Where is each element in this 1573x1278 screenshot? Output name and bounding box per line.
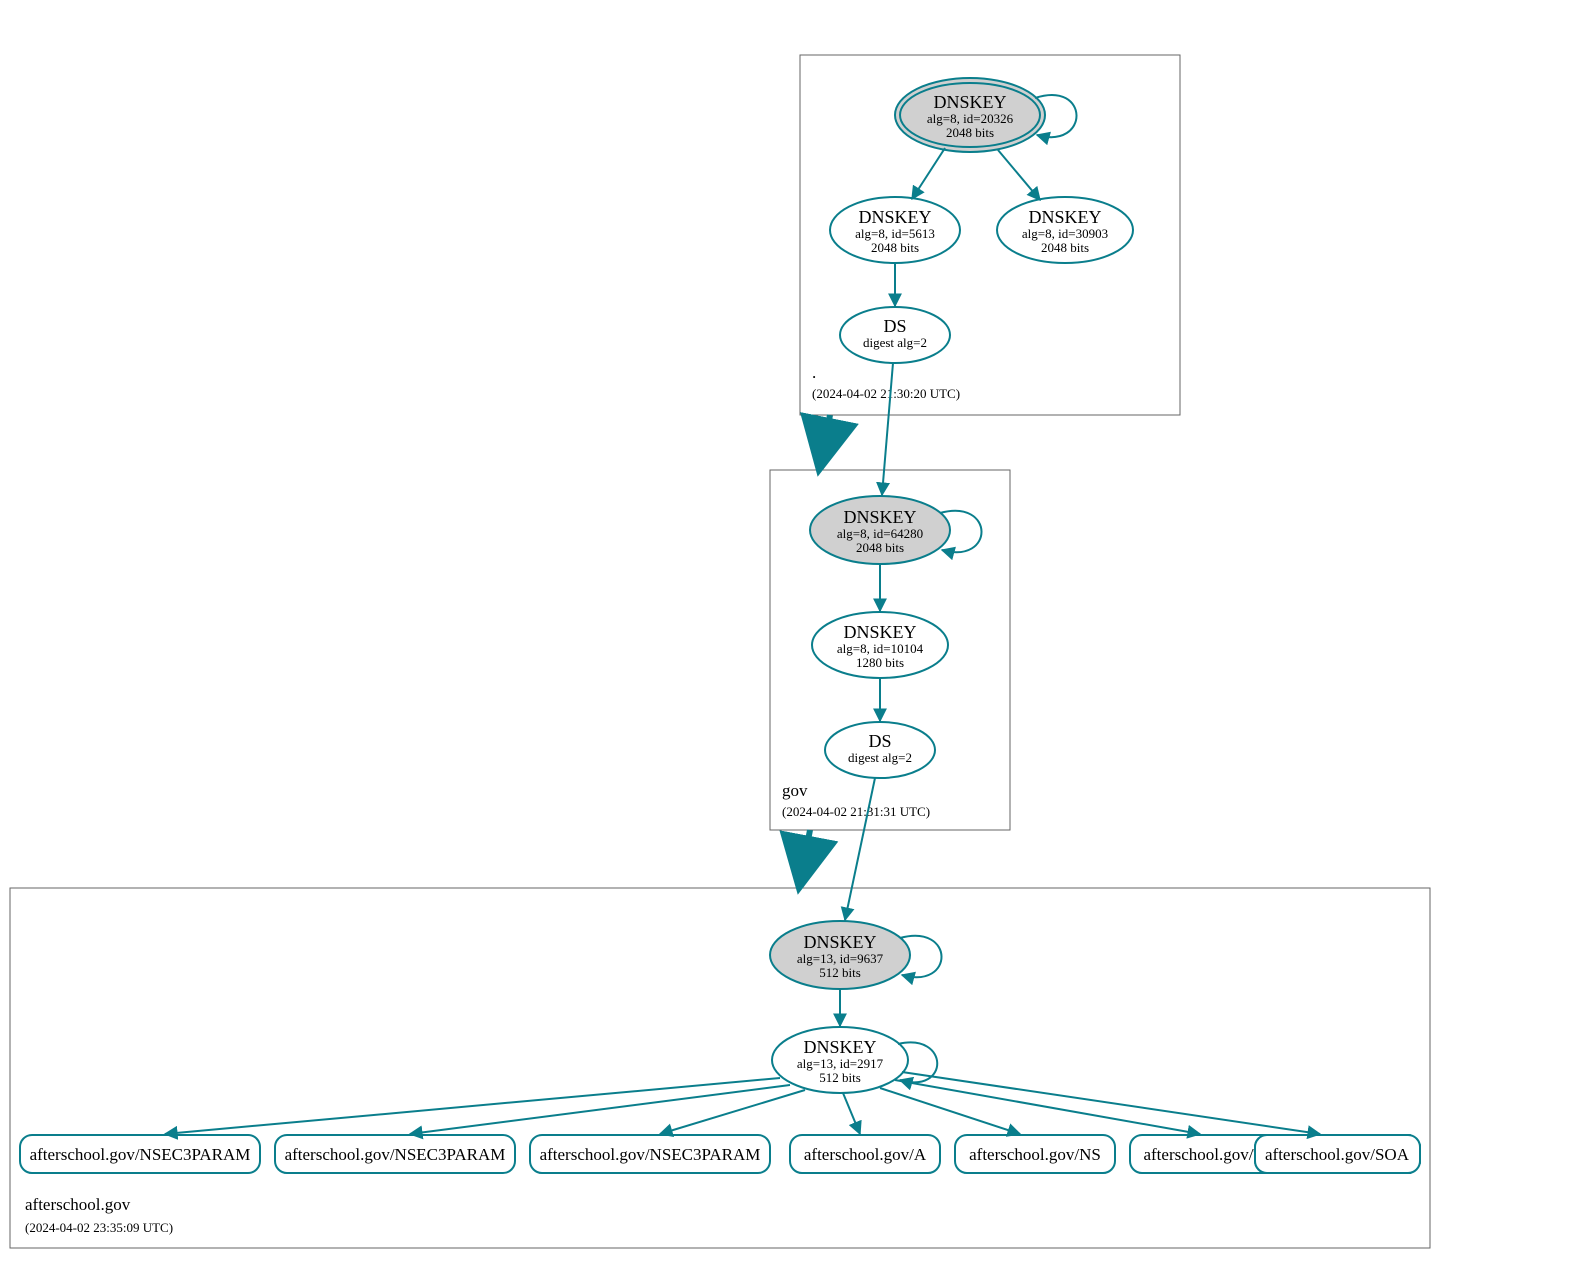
svg-text:DNSKEY: DNSKEY	[933, 92, 1006, 112]
svg-text:DS: DS	[868, 731, 891, 751]
edge-zsk-r5	[880, 1088, 1020, 1134]
node-root-ksk: DNSKEY alg=8, id=20326 2048 bits	[895, 78, 1045, 152]
svg-text:2048 bits: 2048 bits	[856, 540, 904, 555]
svg-text:alg=8, id=30903: alg=8, id=30903	[1022, 226, 1108, 241]
rr-ns: afterschool.gov/NS	[969, 1145, 1101, 1164]
zone-afterschool-time: (2024-04-02 23:35:09 UTC)	[25, 1220, 173, 1235]
zone-afterschool-box	[10, 888, 1430, 1248]
rr-nsec3param-2: afterschool.gov/NSEC3PARAM	[285, 1145, 506, 1164]
zone-root-label: .	[812, 363, 816, 382]
rr-nsec3param-3: afterschool.gov/NSEC3PARAM	[540, 1145, 761, 1164]
node-root-extra: DNSKEY alg=8, id=30903 2048 bits	[997, 197, 1133, 263]
node-gov-ds: DS digest alg=2	[825, 722, 935, 778]
edge-zsk-r7	[902, 1072, 1320, 1134]
svg-text:alg=8, id=20326: alg=8, id=20326	[927, 111, 1014, 126]
rr-nsec3param-1: afterschool.gov/NSEC3PARAM	[30, 1145, 251, 1164]
zone-gov-label: gov	[782, 781, 808, 800]
svg-text:2048 bits: 2048 bits	[871, 240, 919, 255]
svg-text:alg=13, id=9637: alg=13, id=9637	[797, 951, 884, 966]
zone-root-time: (2024-04-02 21:30:20 UTC)	[812, 386, 960, 401]
svg-text:512 bits: 512 bits	[819, 1070, 861, 1085]
svg-text:digest alg=2: digest alg=2	[863, 335, 927, 350]
svg-text:alg=13, id=2917: alg=13, id=2917	[797, 1056, 884, 1071]
svg-text:digest alg=2: digest alg=2	[848, 750, 912, 765]
svg-text:alg=8, id=5613: alg=8, id=5613	[855, 226, 935, 241]
svg-text:DS: DS	[883, 316, 906, 336]
svg-text:DNSKEY: DNSKEY	[1028, 207, 1101, 227]
node-gov-zsk: DNSKEY alg=8, id=10104 1280 bits	[812, 612, 948, 678]
node-gov-ksk: DNSKEY alg=8, id=64280 2048 bits	[810, 496, 950, 564]
edge-zsk-r2	[410, 1085, 790, 1134]
svg-text:512 bits: 512 bits	[819, 965, 861, 980]
rr-a: afterschool.gov/A	[804, 1145, 927, 1164]
zone-afterschool-label: afterschool.gov	[25, 1195, 131, 1214]
node-afterschool-ksk: DNSKEY alg=13, id=9637 512 bits	[770, 921, 910, 989]
edge-zsk-r3	[660, 1090, 805, 1134]
svg-text:2048 bits: 2048 bits	[1041, 240, 1089, 255]
node-afterschool-zsk: DNSKEY alg=13, id=2917 512 bits	[772, 1027, 908, 1093]
svg-text:afterschool.gov/SOA: afterschool.gov/SOA	[1265, 1145, 1410, 1164]
edge-rootksk-rootzsk	[912, 148, 945, 199]
dnssec-graph: . (2024-04-02 21:30:20 UTC) gov (2024-04…	[0, 0, 1573, 1278]
node-root-zsk: DNSKEY alg=8, id=5613 2048 bits	[830, 197, 960, 263]
svg-text:2048 bits: 2048 bits	[946, 125, 994, 140]
node-root-ds: DS digest alg=2	[840, 307, 950, 363]
edge-gov-to-afterschool-box	[800, 830, 810, 883]
svg-text:DNSKEY: DNSKEY	[803, 932, 876, 952]
svg-text:1280 bits: 1280 bits	[856, 655, 904, 670]
svg-text:DNSKEY: DNSKEY	[858, 207, 931, 227]
svg-text:DNSKEY: DNSKEY	[843, 622, 916, 642]
svg-text:alg=8, id=64280: alg=8, id=64280	[837, 526, 923, 541]
svg-text:DNSKEY: DNSKEY	[803, 1037, 876, 1057]
rrset-boxes: afterschool.gov/NSEC3PARAM afterschool.g…	[20, 1135, 1420, 1173]
edge-rootksk-rootextra	[998, 150, 1040, 200]
svg-text:DNSKEY: DNSKEY	[843, 507, 916, 527]
zone-gov-time: (2024-04-02 21:31:31 UTC)	[782, 804, 930, 819]
edge-root-to-gov-box	[820, 415, 830, 465]
edge-govds-asksk	[845, 778, 875, 920]
edge-rootds-govksk	[882, 363, 893, 495]
edge-zsk-r4	[843, 1093, 860, 1134]
svg-text:alg=8, id=10104: alg=8, id=10104	[837, 641, 924, 656]
